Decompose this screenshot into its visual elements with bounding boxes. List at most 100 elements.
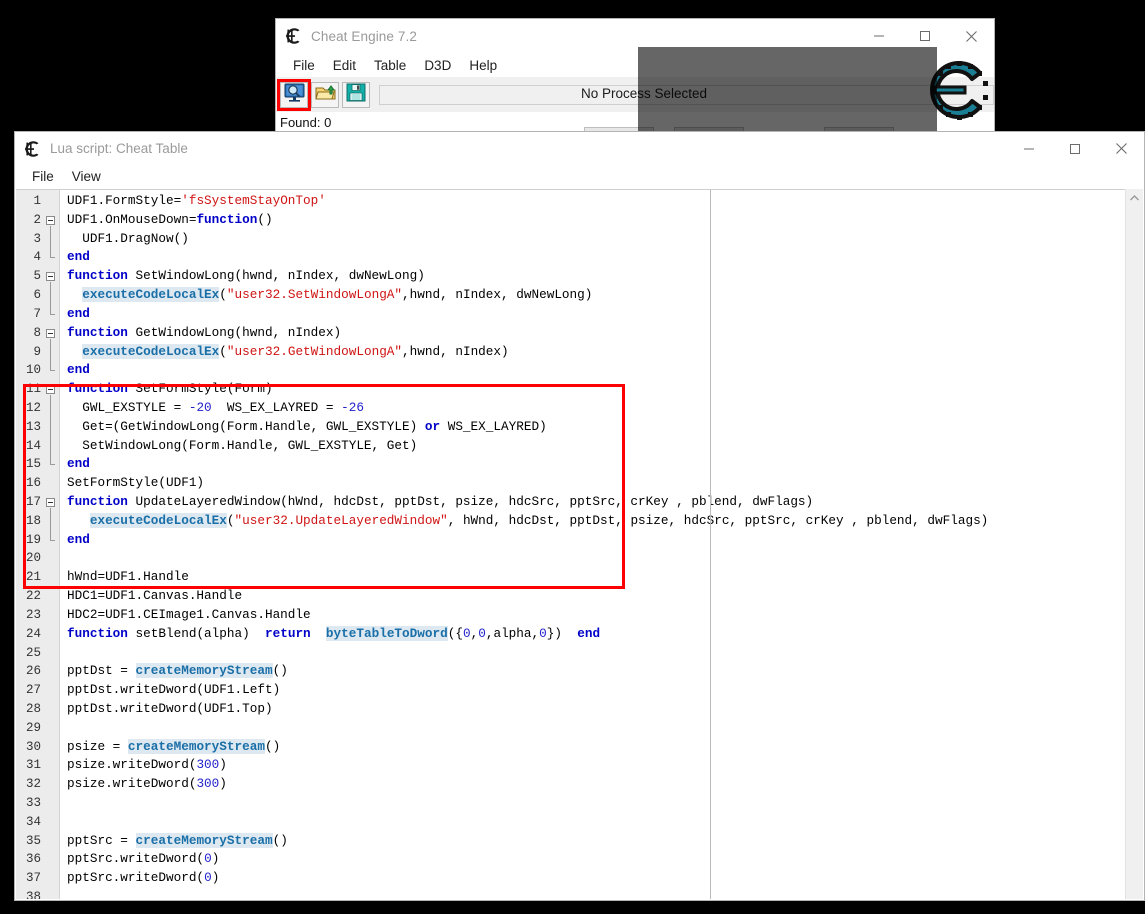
code-line[interactable]: HDC2=UDF1.CEImage1.Canvas.Handle (60, 606, 1143, 625)
code-line[interactable] (60, 719, 1143, 738)
code-line[interactable]: psize.writeDword(300) (60, 775, 1143, 794)
fold-end-marker (50, 370, 55, 371)
code-line[interactable]: function GetWindowLong(hwnd, nIndex) (60, 324, 1143, 343)
code-line[interactable]: pptDst.writeDword(UDF1.Top) (60, 700, 1143, 719)
code-text-area[interactable]: UDF1.FormStyle='fsSystemStayOnTop'UDF1.O… (60, 190, 1143, 899)
code-line[interactable]: function setBlend(alpha) return byteTabl… (60, 625, 1143, 644)
fold-collapse-icon[interactable] (46, 272, 55, 281)
fold-collapse-icon[interactable] (46, 498, 55, 507)
code-line[interactable]: SetFormStyle(UDF1) (60, 474, 1143, 493)
lua-window-controls[interactable] (1006, 132, 1144, 165)
lua-window-titlebar[interactable]: Lua script: Cheat Table (15, 132, 1144, 165)
close-icon[interactable] (1098, 132, 1144, 165)
code-line[interactable]: psize = createMemoryStream() (60, 738, 1143, 757)
code-line[interactable]: end (60, 361, 1143, 380)
lua-code-editor[interactable]: 1234567891011121314151617181920212223242… (16, 189, 1143, 899)
line-number: 34 (16, 813, 44, 832)
code-line[interactable]: executeCodeLocalEx("user32.GetWindowLong… (60, 343, 1143, 362)
code-line[interactable]: function SetWindowLong(hwnd, nIndex, dwN… (60, 267, 1143, 286)
open-file-button[interactable] (311, 82, 339, 108)
lua-script-window[interactable]: Lua script: Cheat Table File View 123456… (14, 131, 1145, 901)
code-line[interactable]: end (60, 531, 1143, 550)
line-number: 25 (16, 644, 44, 663)
line-number: 15 (16, 455, 44, 474)
fold-end-marker (50, 257, 55, 258)
menu-item-file[interactable]: File (23, 167, 63, 186)
code-line[interactable]: pptSrc.writeDword(0) (60, 869, 1143, 888)
code-line[interactable]: end (60, 248, 1143, 267)
fold-guide-line (50, 226, 51, 258)
line-number: 13 (16, 418, 44, 437)
code-line[interactable]: executeCodeLocalEx("user32.UpdateLayered… (60, 512, 1143, 531)
fold-collapse-icon[interactable] (46, 329, 55, 338)
fold-collapse-icon[interactable] (46, 385, 55, 394)
code-line[interactable]: pptDst.writeDword(UDF1.Left) (60, 681, 1143, 700)
line-number: 17 (16, 493, 44, 512)
menu-item-d3d[interactable]: D3D (415, 56, 460, 75)
vertical-scrollbar[interactable] (1125, 189, 1143, 899)
menu-item-file[interactable]: File (284, 56, 324, 75)
code-line[interactable]: GWL_EXSTYLE = -20 WS_EX_LAYRED = -26 (60, 399, 1143, 418)
code-line[interactable] (60, 549, 1143, 568)
line-number: 22 (16, 587, 44, 606)
line-number: 18 (16, 512, 44, 531)
code-line[interactable]: pptDst = createMemoryStream() (60, 662, 1143, 681)
minimize-icon[interactable] (1006, 132, 1052, 165)
lua-window-menubar[interactable]: File View (15, 165, 1144, 188)
line-number: 29 (16, 719, 44, 738)
fold-guide-line (50, 339, 51, 371)
line-number: 3 (16, 230, 44, 249)
folder-open-arrow-icon (315, 84, 336, 107)
line-number: 32 (16, 775, 44, 794)
code-line[interactable]: function SetFormStyle(Form) (60, 380, 1143, 399)
code-line[interactable]: end (60, 455, 1143, 474)
line-number: 9 (16, 343, 44, 362)
code-line[interactable] (60, 813, 1143, 832)
line-number: 16 (16, 474, 44, 493)
code-line[interactable]: UDF1.OnMouseDown=function() (60, 211, 1143, 230)
fold-guide-line (50, 395, 51, 464)
menu-item-table[interactable]: Table (365, 56, 415, 75)
code-line[interactable] (60, 888, 1143, 899)
fold-end-marker (50, 464, 55, 465)
code-folding-column[interactable] (44, 190, 60, 899)
save-file-button[interactable] (342, 82, 370, 108)
line-number: 14 (16, 437, 44, 456)
line-number: 31 (16, 756, 44, 775)
line-number: 10 (16, 361, 44, 380)
code-line[interactable]: HDC1=UDF1.Canvas.Handle (60, 587, 1143, 606)
lua-window-title: Lua script: Cheat Table (50, 141, 188, 156)
right-margin-guide (710, 190, 711, 899)
scroll-up-icon[interactable] (1126, 189, 1143, 206)
code-line[interactable]: UDF1.DragNow() (60, 230, 1143, 249)
menu-item-help[interactable]: Help (460, 56, 506, 75)
code-line[interactable]: end (60, 305, 1143, 324)
code-line[interactable]: pptSrc = createMemoryStream() (60, 832, 1143, 851)
cheat-engine-logo-icon (24, 140, 42, 158)
menu-item-view[interactable]: View (63, 167, 110, 186)
fold-guide-line (50, 508, 51, 540)
code-line[interactable]: Get=(GetWindowLong(Form.Handle, GWL_EXST… (60, 418, 1143, 437)
fold-collapse-icon[interactable] (46, 216, 55, 225)
code-line[interactable]: pptSrc.writeDword(0) (60, 850, 1143, 869)
code-line[interactable]: UDF1.FormStyle='fsSystemStayOnTop' (60, 192, 1143, 211)
code-line[interactable]: function UpdateLayeredWindow(hWnd, hdcDs… (60, 493, 1143, 512)
code-line[interactable]: psize.writeDword(300) (60, 756, 1143, 775)
open-process-button[interactable] (280, 82, 308, 108)
menu-item-edit[interactable]: Edit (324, 56, 365, 75)
cheat-engine-logo-large-icon (930, 59, 992, 121)
line-number: 20 (16, 549, 44, 568)
cheat-engine-title: Cheat Engine 7.2 (311, 29, 417, 44)
code-line[interactable] (60, 794, 1143, 813)
code-line[interactable]: executeCodeLocalEx("user32.SetWindowLong… (60, 286, 1143, 305)
code-line[interactable] (60, 644, 1143, 663)
close-icon[interactable] (948, 19, 994, 53)
code-line[interactable]: hWnd=UDF1.Handle (60, 568, 1143, 587)
line-number: 7 (16, 305, 44, 324)
maximize-icon[interactable] (1052, 132, 1098, 165)
code-line[interactable]: SetWindowLong(Form.Handle, GWL_EXSTYLE, … (60, 437, 1143, 456)
line-number: 5 (16, 267, 44, 286)
fold-end-marker (50, 540, 55, 541)
line-number: 12 (16, 399, 44, 418)
line-number: 11 (16, 380, 44, 399)
